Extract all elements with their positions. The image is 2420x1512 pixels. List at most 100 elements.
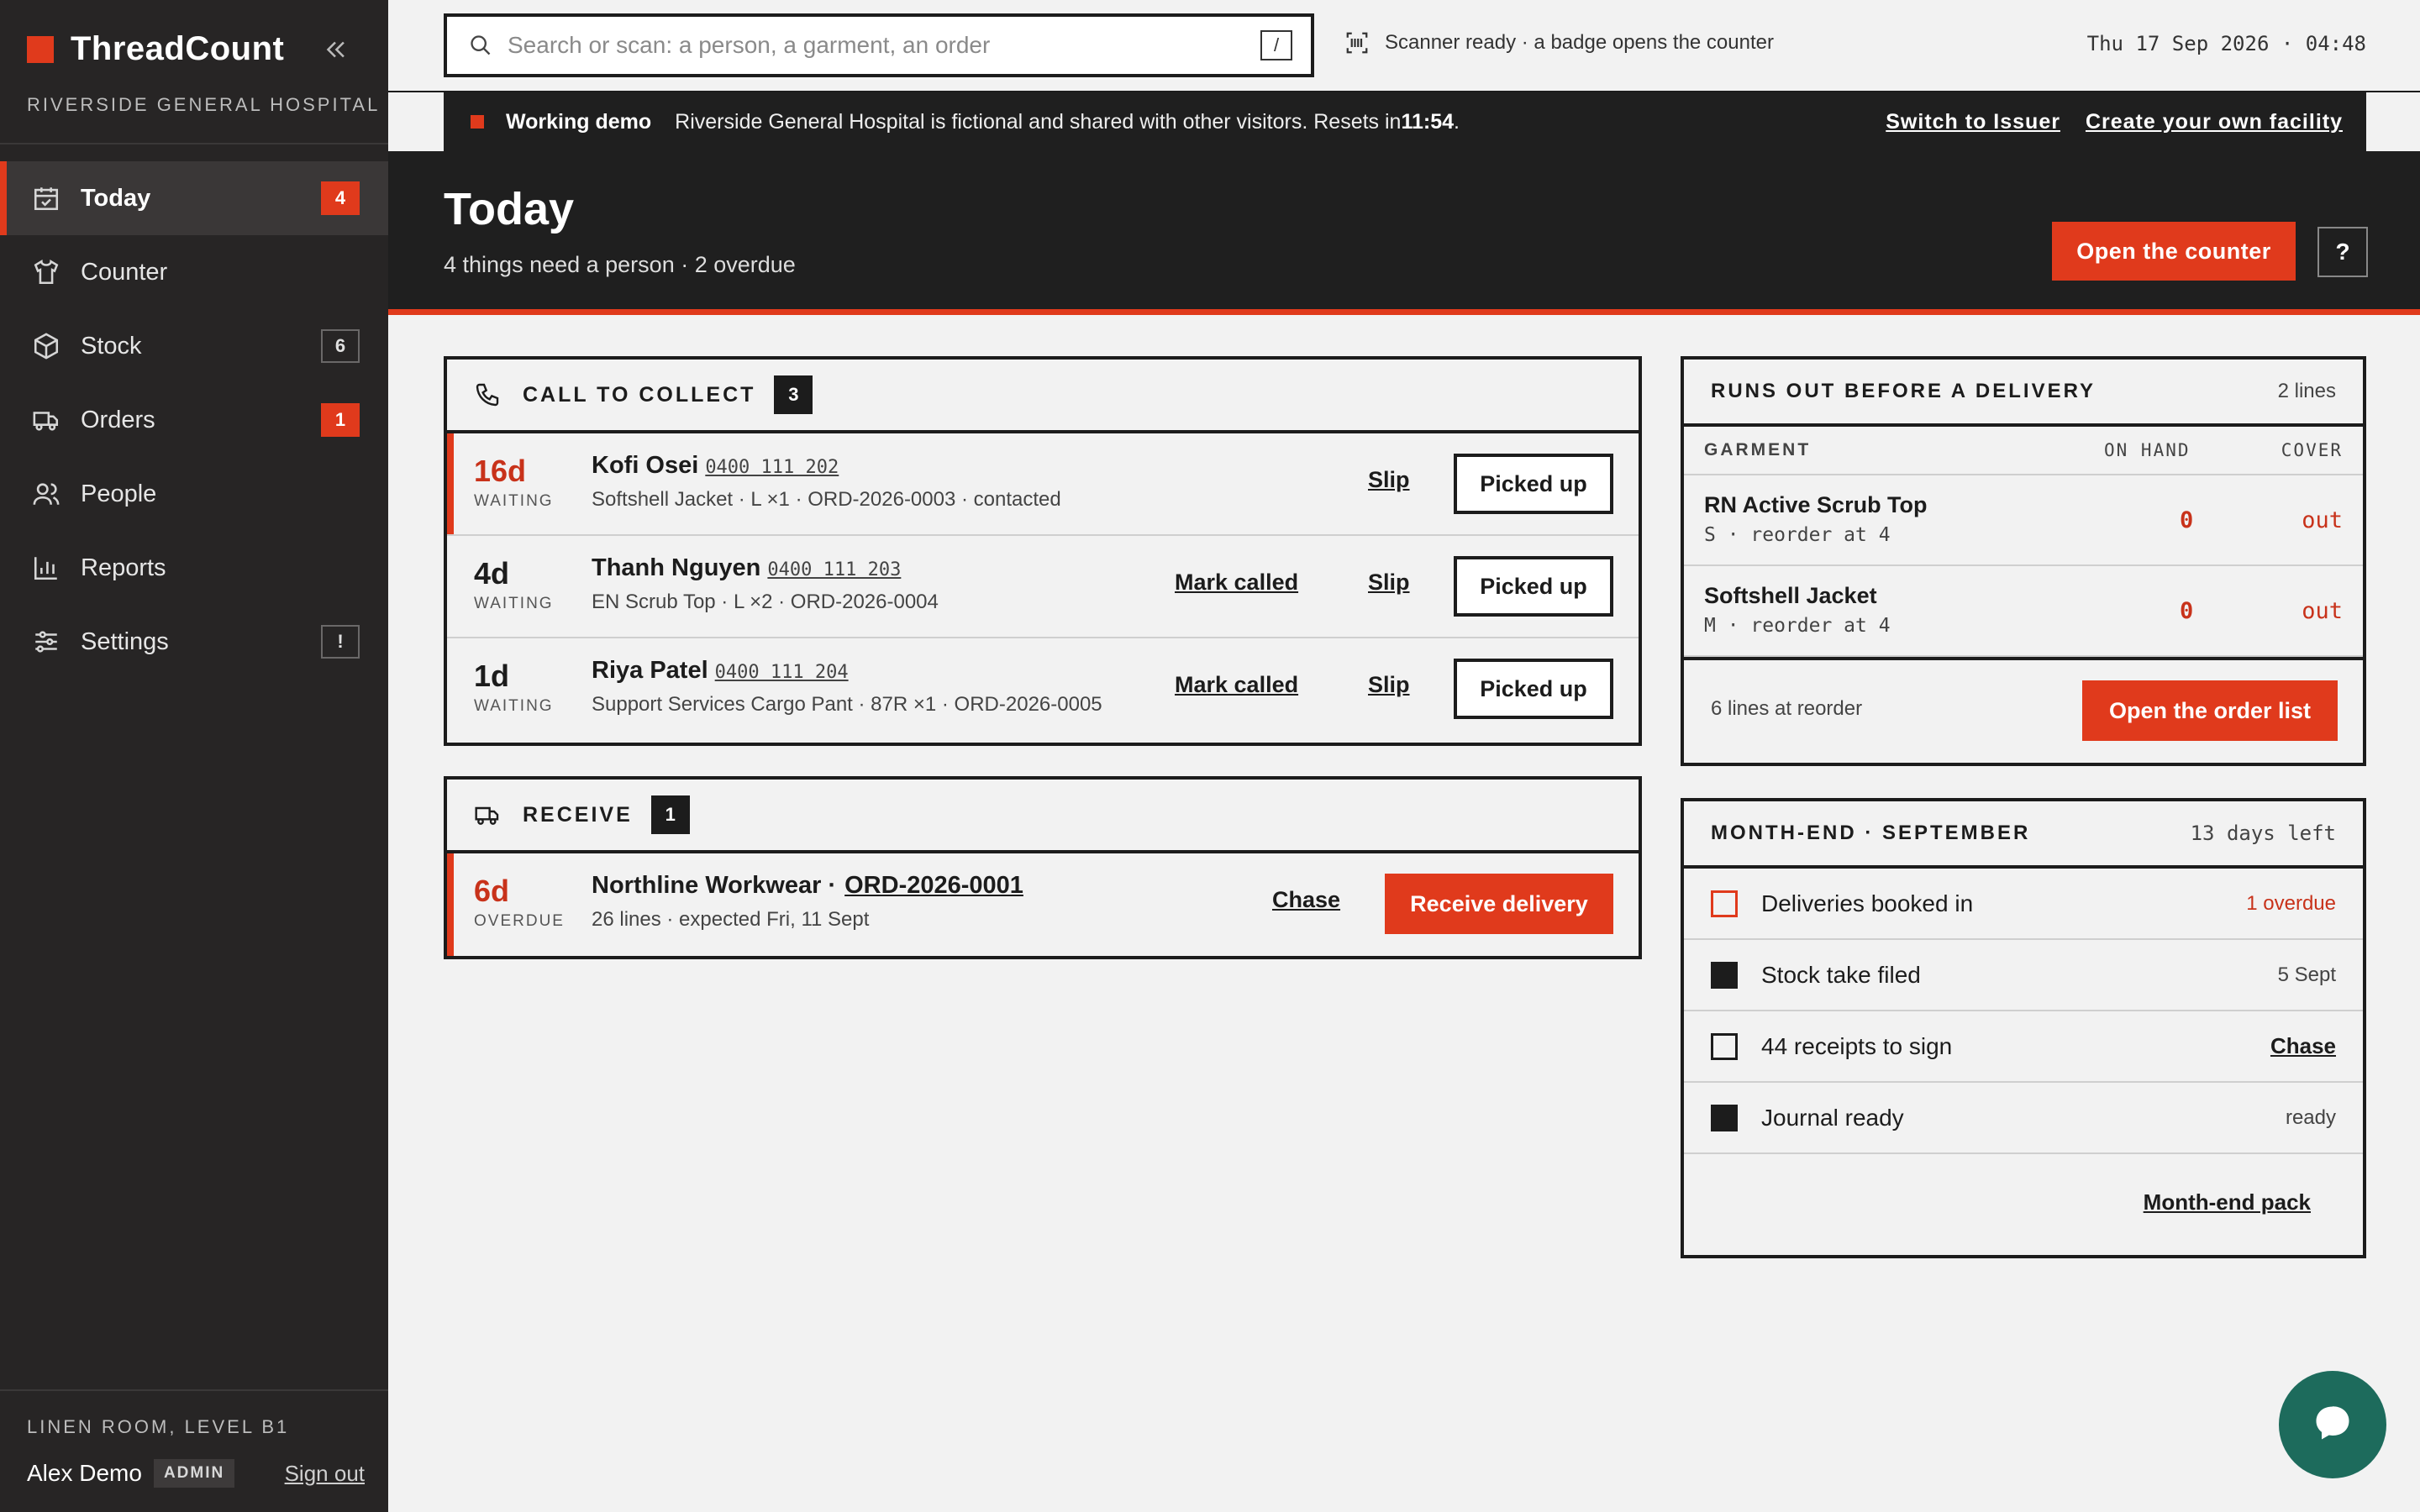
sidebar-item-stock[interactable]: Stock 6 [0,309,388,383]
checkbox-checked[interactable] [1711,961,1738,989]
banner-title: Working demo [506,109,652,134]
sidebar-item-orders[interactable]: Orders 1 [0,383,388,457]
phone-number[interactable]: 0400 111 202 [705,457,839,478]
search-icon [469,34,492,57]
panel-title: CALL TO COLLECT [523,382,756,407]
age-days: 1d [474,659,510,693]
shirt-icon [32,258,60,286]
person-name[interactable]: Riya Patel [592,657,708,685]
checklist-item[interactable]: Stock take filed 5 Sept [1684,940,2363,1011]
panel-title: MONTH-END · SEPTEMBER [1711,822,2031,844]
phone-icon [474,381,501,408]
order-detail: Softshell Jacket · L ×1 · ORD-2026-0003 … [592,488,1061,511]
month-end-pack-link[interactable]: Month-end pack [2144,1189,2311,1215]
sidebar-item-today[interactable]: Today 4 [0,161,388,235]
slip-link[interactable]: Slip [1368,467,1410,493]
checklist-item[interactable]: Deliveries booked in 1 overdue [1684,869,2363,940]
sidebar-item-label: People [81,480,157,507]
brand[interactable]: ThreadCount [27,30,284,68]
chase-link[interactable]: Chase [2270,1033,2336,1059]
checkbox-unchecked[interactable] [1711,1032,1738,1060]
receive-delivery-button[interactable]: Receive delivery [1385,874,1613,934]
overdue-age: 6d OVERDUE [474,874,575,931]
picked-up-button[interactable]: Picked up [1454,556,1613,617]
checklist-item[interactable]: Journal ready ready [1684,1083,2363,1154]
person-name[interactable]: Kofi Osei [592,452,698,480]
checklist-label: Deliveries booked in [1761,890,1974,916]
collapse-sidebar-icon[interactable] [321,35,350,64]
supplier-name: Northline Workwear · [592,872,837,899]
banner-dot [471,115,484,129]
age-label: WAITING [474,697,554,715]
cover-value: out [2302,507,2343,533]
checklist-status: 1 overdue [2246,891,2336,915]
sidebar-item-label: Today [81,184,151,212]
delivery-detail: 26 lines · expected Fri, 11 Sept [592,908,870,931]
column-header-garment: GARMENT [1704,440,1812,459]
banner-reset-time: 11:54 [1401,109,1455,134]
panel-title: RECEIVE [523,802,633,827]
banner-message-end: . [1454,109,1460,134]
people-icon [32,480,60,508]
order-detail: Support Services Cargo Pant · 87R ×1 · O… [592,693,1102,716]
chase-link[interactable]: Chase [1272,887,1340,913]
garment-name: Softshell Jacket [1704,583,1877,608]
task-info: Riya Patel 0400 111 204 Support Services… [592,657,1102,717]
age-label: WAITING [474,595,554,612]
create-facility-link[interactable]: Create your own facility [2086,110,2343,134]
sidebar-item-counter[interactable]: Counter [0,235,388,309]
sidebar-item-reports[interactable]: Reports [0,531,388,605]
task-info: Kofi Osei 0400 111 202 Softshell Jacket … [592,452,1061,512]
chat-button[interactable] [2279,1371,2386,1478]
search-input[interactable] [508,32,1260,59]
app-name: ThreadCount [71,30,285,67]
on-hand-value: 0 [2180,507,2194,533]
age-days: 6d [474,874,510,908]
page-header: Today 4 things need a person · 2 overdue… [388,151,2420,309]
mark-called-link[interactable]: Mark called [1175,570,1298,596]
receive-row: 6d OVERDUE Northline Workwear · ORD-2026… [447,853,1639,956]
sign-out-link[interactable]: Sign out [285,1461,365,1487]
slip-link[interactable]: Slip [1368,672,1410,698]
scanner-status-text: Scanner ready · a badge opens the counte… [1385,31,1774,54]
sidebar-item-label: Orders [81,406,155,433]
phone-number[interactable]: 0400 111 204 [715,662,849,683]
collect-row: 4d WAITING Thanh Nguyen 0400 111 203 EN … [447,536,1639,638]
picked-up-button[interactable]: Picked up [1454,659,1613,719]
panel-header: CALL TO COLLECT 3 [447,360,1639,433]
slip-link[interactable]: Slip [1368,570,1410,596]
order-link[interactable]: ORD-2026-0001 [844,872,1023,900]
demo-banner: Working demo Riverside General Hospital … [444,92,2366,151]
checklist-item[interactable]: 44 receipts to sign Chase [1684,1011,2363,1083]
sliders-icon [32,627,60,656]
brand-logo-mark [27,35,54,63]
help-button[interactable]: ? [2317,227,2368,277]
panel-footer: 6 lines at reorder Open the order list [1684,657,2363,761]
page-title: Today [444,184,575,234]
table-header: GARMENT ON HAND COVER [1684,427,2363,475]
panel-footer: Month-end pack [1684,1154,2363,1255]
age-label: WAITING [474,492,554,510]
table-row[interactable]: RN Active Scrub Top S · reorder at 4 0 o… [1684,475,2363,566]
sidebar-item-settings[interactable]: Settings ! [0,605,388,679]
open-counter-button[interactable]: Open the counter [2052,222,2296,281]
facility-name: RIVERSIDE GENERAL HOSPITAL [27,94,381,115]
table-row[interactable]: Softshell Jacket M · reorder at 4 0 out [1684,566,2363,657]
receive-panel: RECEIVE 1 6d OVERDUE Northline Workwear … [444,776,1642,959]
person-name[interactable]: Thanh Nguyen [592,554,760,582]
cover-value: out [2302,598,2343,624]
collect-row: 16d WAITING Kofi Osei 0400 111 202 Softs… [447,433,1639,536]
switch-to-issuer-link[interactable]: Switch to Issuer [1886,110,2060,134]
checklist-label: Journal ready [1761,1104,1904,1131]
open-order-list-button[interactable]: Open the order list [2082,680,2338,741]
phone-number[interactable]: 0400 111 203 [767,559,901,580]
checkbox-checked[interactable] [1711,1104,1738,1131]
checkbox-overdue[interactable] [1711,890,1738,917]
truck-icon [32,406,60,434]
picked-up-button[interactable]: Picked up [1454,454,1613,514]
panel-title: RUNS OUT BEFORE A DELIVERY [1711,380,2096,402]
mark-called-link[interactable]: Mark called [1175,672,1298,698]
sidebar-item-people[interactable]: People [0,457,388,531]
search-box: / [444,13,1314,77]
collect-row: 1d WAITING Riya Patel 0400 111 204 Suppo… [447,638,1639,741]
